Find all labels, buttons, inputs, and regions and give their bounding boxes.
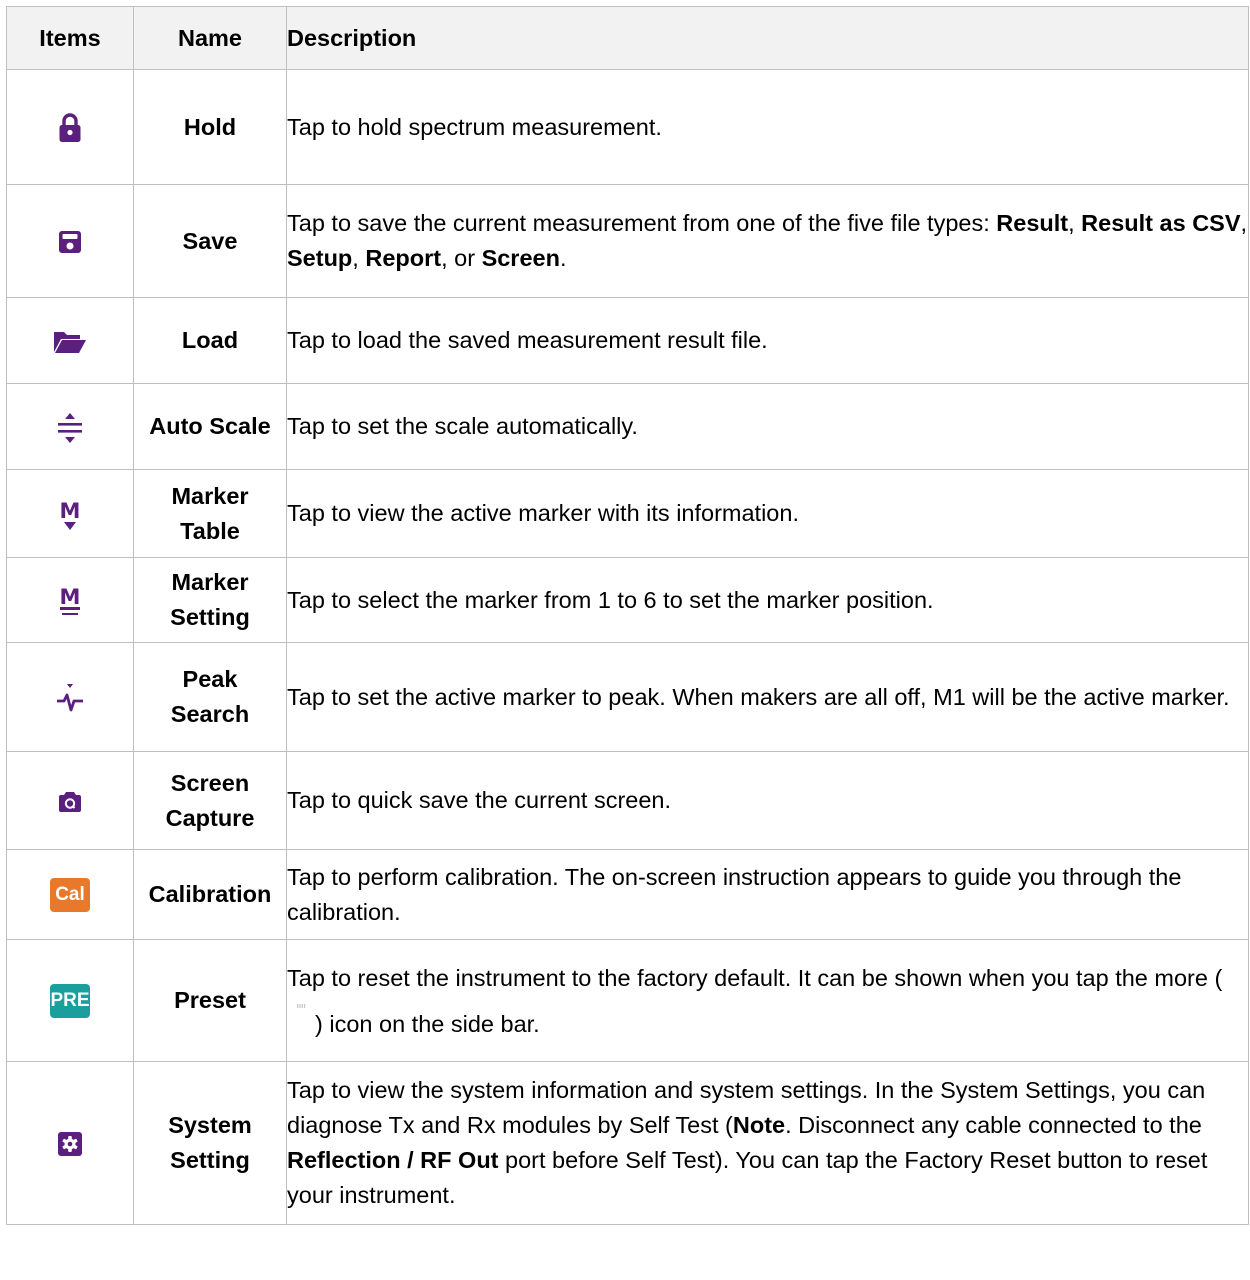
desc-sep: ,	[1068, 210, 1082, 236]
name-cell: Save	[133, 184, 287, 298]
desc-text: . Disconnect any cable connected to the	[785, 1112, 1202, 1138]
description-cell: Tap to load the saved measurement result…	[286, 297, 1249, 384]
table-row: PRE Preset Tap to reset the instrument t…	[6, 939, 1249, 1062]
table-row: Load Tap to load the saved measurement r…	[6, 297, 1249, 384]
name-cell: Hold	[133, 69, 287, 185]
name-cell: Marker Setting	[133, 557, 287, 643]
name-cell: Preset	[133, 939, 287, 1062]
description-cell: Tap to view the active marker with its i…	[286, 469, 1249, 558]
desc-sep: , or	[441, 245, 482, 271]
icon-cell	[6, 383, 134, 470]
name-line-1: Marker	[171, 569, 249, 595]
table-row: Peak Search Tap to set the active marker …	[6, 642, 1249, 752]
name-cell: Marker Table	[133, 469, 287, 558]
description-cell: Tap to perform calibration. The on-scree…	[286, 849, 1249, 940]
icon-cell	[6, 642, 134, 752]
svg-text:M: M	[60, 499, 81, 523]
calibration-icon: Cal	[50, 878, 90, 913]
name-line-1: Peak	[182, 666, 238, 692]
description-cell: Tap to set the scale automatically.	[286, 383, 1249, 470]
description-cell: Tap to view the system information and s…	[286, 1061, 1249, 1225]
name-cell: Calibration	[133, 849, 287, 940]
name-cell: Auto Scale	[133, 383, 287, 470]
folder-open-icon	[54, 331, 86, 353]
description-cell: Tap to quick save the current screen.	[286, 751, 1249, 850]
name-line-2: Capture	[165, 804, 255, 831]
name-cell: System Setting	[133, 1061, 287, 1225]
auto-scale-icon	[58, 412, 82, 443]
header-name: Name	[133, 6, 287, 70]
name-line-1: Screen	[170, 769, 250, 796]
description-cell: Tap to reset the instrument to the facto…	[286, 939, 1249, 1062]
file-type-result: Result	[996, 210, 1069, 236]
header-description: Description	[286, 6, 1249, 70]
header-items: Items	[6, 6, 134, 70]
peak-search-icon	[57, 684, 83, 712]
icon-cell	[6, 297, 134, 384]
note-label: Note	[732, 1112, 786, 1138]
icon-cell: M	[6, 557, 134, 643]
desc-sep: ,	[1240, 210, 1248, 236]
name-line-2: Setting	[170, 604, 250, 630]
file-type-screen: Screen	[481, 245, 560, 271]
table-row: Auto Scale Tap to set the scale automati…	[6, 383, 1249, 470]
lock-icon	[59, 113, 81, 143]
description-cell: Tap to save the current measurement from…	[286, 184, 1249, 298]
desc-text: Tap to save the current measurement from…	[287, 210, 997, 236]
icon-cell	[6, 751, 134, 850]
name-line-2: Setting	[170, 1147, 250, 1173]
file-type-setup: Setup	[287, 245, 353, 271]
file-type-report: Report	[365, 245, 442, 271]
desc-sep: .	[559, 245, 567, 271]
name-line-2: Search	[170, 701, 250, 727]
table-row: Hold Tap to hold spectrum measurement.	[6, 69, 1249, 185]
desc-text: Tap to reset the instrument to the facto…	[287, 964, 1223, 991]
table-row: Screen Capture Tap to quick save the curr…	[6, 751, 1249, 850]
icon-cell	[6, 69, 134, 185]
port-name: Reflection / RF Out	[287, 1147, 499, 1173]
table-row: System Setting Tap to view the system inf…	[6, 1061, 1249, 1225]
header-row: Items Name Description	[6, 6, 1249, 70]
name-line-1: System	[168, 1112, 252, 1138]
marker-setting-icon: M	[60, 585, 81, 616]
name-cell: Screen Capture	[133, 751, 287, 850]
table-row: Save Tap to save the current measurement…	[6, 184, 1249, 298]
table-row: M Marker Setting Tap to select the marker…	[6, 557, 1249, 643]
icon-cell	[6, 1061, 134, 1225]
desc-text: ) icon on the side bar.	[315, 1010, 540, 1037]
icon-cell	[6, 184, 134, 298]
name-cell: Load	[133, 297, 287, 384]
description-cell: Tap to set the active marker to peak. Wh…	[286, 642, 1249, 752]
description-cell: Tap to hold spectrum measurement.	[286, 69, 1249, 185]
preset-icon: PRE	[50, 984, 90, 1019]
screen-capture-icon	[59, 791, 81, 812]
file-type-result-csv: Result as CSV	[1081, 210, 1241, 236]
gear-icon	[58, 1132, 82, 1157]
more-icon	[297, 1003, 306, 1008]
name-line-1: Marker	[171, 482, 249, 509]
name-cell: Peak Search	[133, 642, 287, 752]
marker-table-icon: M	[60, 499, 81, 530]
desc-sep: ,	[352, 245, 366, 271]
icon-cell: M	[6, 469, 134, 558]
name-line-2: Table	[180, 517, 240, 544]
items-table: Items Name Description Hold Tap to hold …	[6, 6, 1249, 1225]
icon-cell: PRE	[6, 939, 134, 1062]
icon-cell: Cal	[6, 849, 134, 940]
description-cell: Tap to select the marker from 1 to 6 to …	[286, 557, 1249, 643]
table-row: M Marker Table Tap to view the active mar…	[6, 469, 1249, 558]
save-icon	[59, 231, 81, 254]
svg-text:M: M	[60, 585, 81, 609]
table-row: Cal Calibration Tap to perform calibrati…	[6, 849, 1249, 940]
